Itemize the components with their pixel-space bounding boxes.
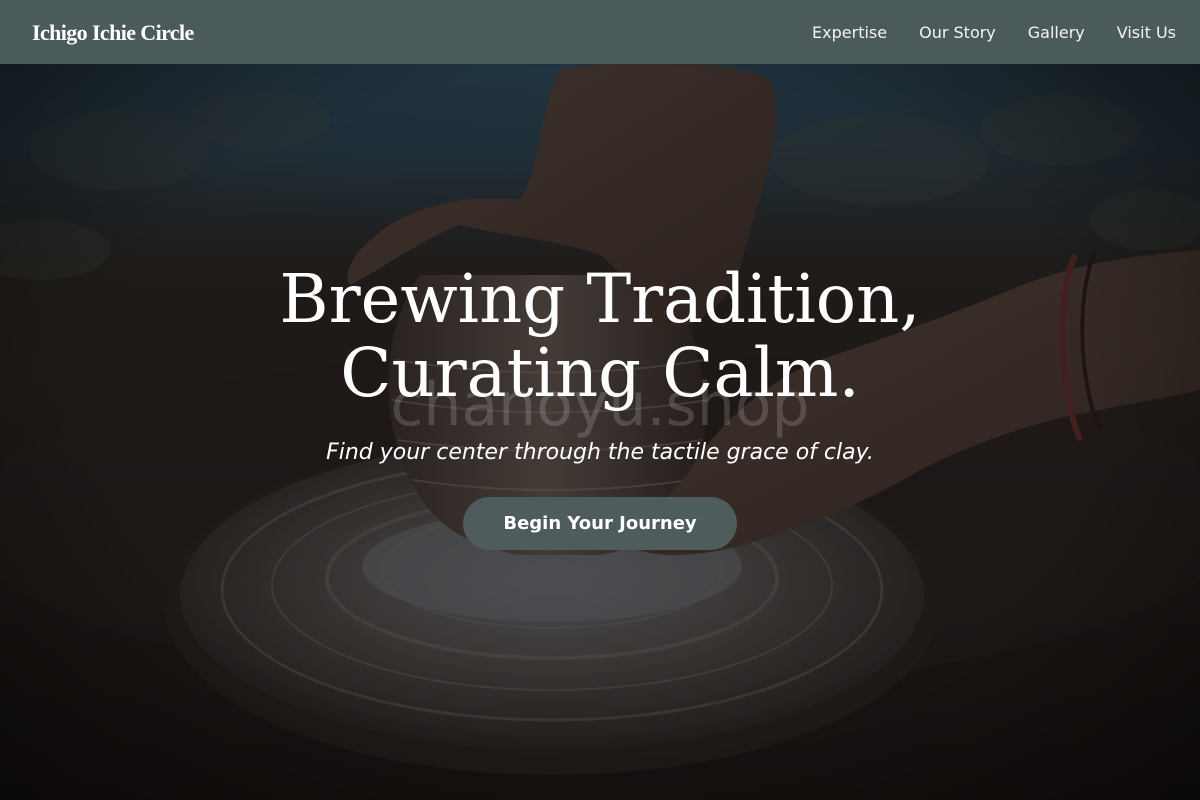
hero-subtitle: Find your center through the tactile gra… (326, 440, 874, 465)
nav-link-expertise[interactable]: Expertise (812, 23, 887, 42)
begin-journey-button[interactable]: Begin Your Journey (463, 497, 737, 550)
nav-link-visit-us[interactable]: Visit Us (1117, 23, 1176, 42)
hero-content: Brewing Tradition, Curating Calm. Find y… (0, 262, 1200, 550)
nav-link-our-story[interactable]: Our Story (919, 23, 996, 42)
nav-links: Expertise Our Story Gallery Visit Us (812, 23, 1176, 42)
top-navbar: Ichigo Ichie Circle Expertise Our Story … (0, 0, 1200, 64)
nav-link-gallery[interactable]: Gallery (1028, 23, 1085, 42)
hero-title: Brewing Tradition, Curating Calm. (279, 260, 921, 412)
brand-logo[interactable]: Ichigo Ichie Circle (32, 20, 194, 46)
